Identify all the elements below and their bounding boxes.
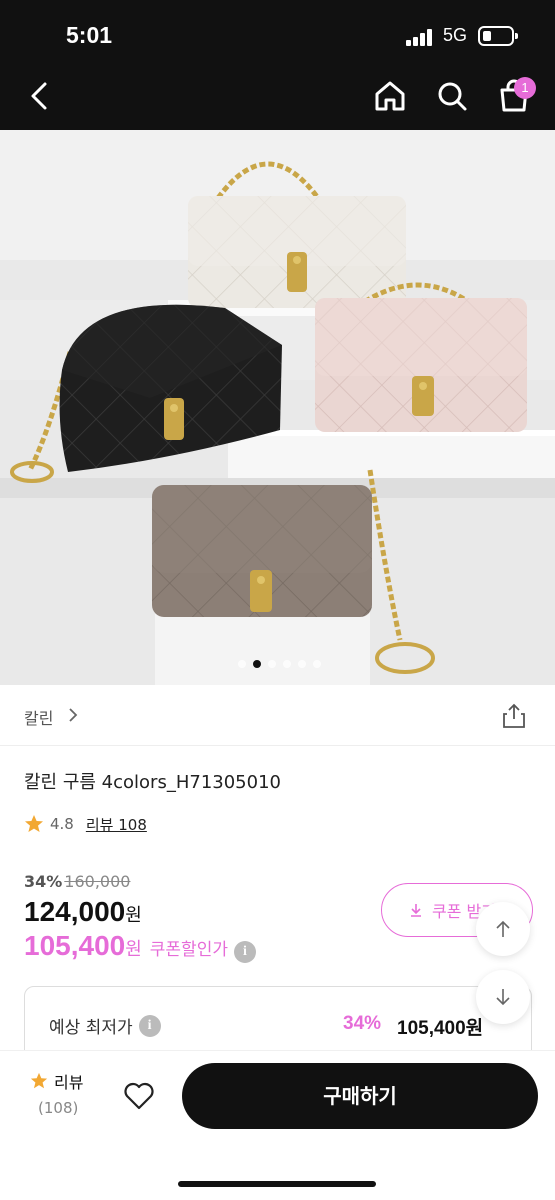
cart-badge: 1: [514, 77, 536, 99]
info-icon[interactable]: i: [233, 941, 256, 963]
star-icon: [30, 1072, 48, 1089]
back-icon[interactable]: [20, 76, 60, 116]
download-icon: [411, 904, 421, 917]
discount-rate: 34%: [24, 872, 63, 891]
bottom-review-label: 리뷰: [54, 1073, 84, 1092]
brand-name[interactable]: 칼린: [24, 705, 53, 729]
battery-icon: [478, 26, 518, 46]
lowest-price-label: 예상 최저가: [49, 1018, 133, 1038]
carousel-dot[interactable]: [268, 660, 276, 668]
coupon-price-label: 쿠폰할인가: [149, 940, 228, 960]
buy-button[interactable]: 구매하기: [182, 1063, 538, 1129]
product-title: 칼린 구름 4colors_H71305010: [24, 772, 281, 793]
network-label: 5G: [443, 25, 468, 45]
star-icon: [25, 815, 43, 832]
lowest-price-label-row: 예상 최저가 i: [49, 1013, 161, 1038]
lowest-price-value: 105,400원: [397, 1018, 484, 1039]
coupon-price: 105,400 원 쿠폰할인가 i: [24, 930, 256, 963]
carousel-dot[interactable]: [298, 660, 306, 668]
product-photo: [0, 130, 555, 685]
sale-price-unit: 원: [125, 905, 142, 925]
carousel-dot[interactable]: [253, 660, 261, 668]
scroll-down-button[interactable]: [476, 970, 530, 1024]
chevron-right-icon: [69, 708, 78, 722]
discount-row: 34% 160,000: [24, 872, 130, 891]
arrow-up-icon: [496, 920, 510, 937]
carousel-indicator[interactable]: [238, 660, 321, 670]
status-time: 5:01: [66, 22, 113, 48]
carousel-dot[interactable]: [238, 660, 246, 668]
review-link[interactable]: 리뷰 108: [86, 814, 147, 835]
scroll-up-button[interactable]: [476, 902, 530, 956]
nav-bar: [0, 62, 555, 130]
bottom-action-bar: 리뷰 (108) 구매하기: [0, 1050, 555, 1200]
home-icon[interactable]: [370, 76, 410, 116]
signal-icon: [406, 28, 436, 46]
carousel-dot[interactable]: [283, 660, 291, 668]
share-icon[interactable]: [500, 702, 528, 730]
original-price: 160,000: [64, 872, 131, 891]
bottom-review-count: (108): [38, 1099, 79, 1117]
info-icon[interactable]: i: [138, 1014, 161, 1037]
brand-row[interactable]: 칼린: [0, 686, 555, 746]
coupon-price-unit: 원: [125, 939, 142, 959]
sale-price-value: 124,000: [24, 896, 126, 927]
search-icon[interactable]: [432, 76, 472, 116]
heart-icon[interactable]: [122, 1079, 156, 1113]
lowest-price-rate: 34%: [343, 1013, 382, 1034]
rating-value: 4.8: [50, 815, 74, 833]
arrow-down-icon: [496, 989, 510, 1006]
home-indicator: [178, 1181, 376, 1187]
rating-row: 4.8 리뷰 108: [24, 812, 147, 836]
status-bar: 5:01 5G: [0, 0, 555, 62]
sale-price: 124,000원: [24, 896, 142, 928]
carousel-dot[interactable]: [313, 660, 321, 668]
bottom-review[interactable]: 리뷰: [30, 1069, 83, 1093]
coupon-price-value: 105,400: [24, 930, 126, 961]
product-image[interactable]: [0, 130, 555, 685]
